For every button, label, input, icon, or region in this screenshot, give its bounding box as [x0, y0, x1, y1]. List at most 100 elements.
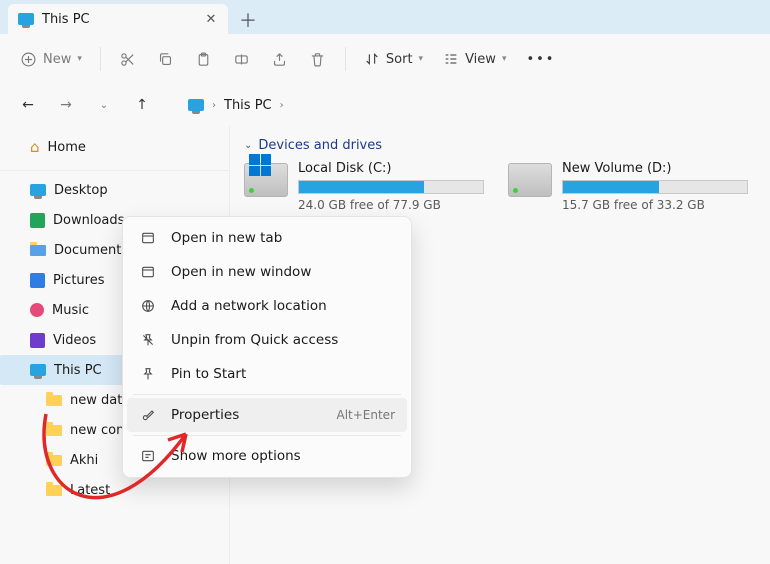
forward-button[interactable]: →	[54, 97, 78, 113]
unpin-icon	[139, 332, 157, 348]
group-header-devices[interactable]: ⌄ Devices and drives	[244, 138, 756, 153]
close-tab-icon[interactable]: ✕	[202, 12, 220, 27]
pictures-icon	[30, 273, 45, 288]
tab-bar: This PC ✕ ＋	[0, 0, 770, 34]
ctx-unpin-quick-access[interactable]: Unpin from Quick access	[127, 323, 407, 357]
more-button[interactable]: •••	[518, 42, 563, 76]
drive-icon	[244, 163, 288, 197]
ctx-label: Properties	[171, 407, 239, 423]
tab-title: This PC	[42, 12, 194, 27]
storage-bar	[298, 180, 484, 194]
back-button[interactable]: ←	[16, 97, 40, 113]
drive-name: Local Disk (C:)	[298, 161, 484, 176]
ctx-open-new-tab[interactable]: Open in new tab	[127, 221, 407, 255]
clipboard-icon	[195, 51, 212, 68]
share-icon	[271, 51, 288, 68]
sidebar-item-label: Akhi	[70, 453, 98, 468]
ctx-label: Show more options	[171, 448, 301, 464]
pin-icon	[139, 366, 157, 382]
new-icon	[20, 51, 37, 68]
up-button[interactable]: ↑	[130, 97, 154, 113]
home-icon: ⌂	[30, 138, 40, 156]
copy-button[interactable]	[149, 42, 183, 76]
ctx-label: Open in new tab	[171, 230, 282, 246]
this-pc-icon	[18, 13, 34, 25]
sidebar-item-label: Desktop	[54, 183, 108, 198]
cut-button[interactable]	[111, 42, 145, 76]
drive-icon	[508, 163, 552, 197]
sidebar-item-label: Downloads	[53, 213, 124, 228]
context-menu: Open in new tab Open in new window Add a…	[122, 216, 412, 478]
sidebar-item-label: Home	[48, 140, 86, 155]
this-pc-icon	[30, 364, 46, 376]
more-options-icon	[139, 448, 157, 464]
new-button[interactable]: New ▾	[12, 42, 90, 76]
tab-this-pc[interactable]: This PC ✕	[8, 4, 228, 34]
sort-icon	[364, 51, 380, 67]
drive-free-text: 24.0 GB free of 77.9 GB	[298, 198, 484, 212]
drive-item-c[interactable]: Local Disk (C:) 24.0 GB free of 77.9 GB	[244, 161, 484, 212]
ctx-label: Add a network location	[171, 298, 327, 314]
toolbar: New ▾ Sort ▾ View ▾ •••	[0, 34, 770, 84]
group-header-label: Devices and drives	[258, 138, 382, 153]
view-button[interactable]: View ▾	[435, 42, 514, 76]
sidebar-item-label: Latest	[70, 483, 110, 498]
scissors-icon	[119, 51, 136, 68]
more-icon: •••	[526, 52, 555, 67]
ctx-label: Open in new window	[171, 264, 311, 280]
address-bar: ← → ⌄ ↑ › This PC ›	[0, 84, 770, 126]
desktop-icon	[30, 184, 46, 196]
trash-icon	[309, 51, 326, 68]
paste-button[interactable]	[187, 42, 221, 76]
folder-icon	[46, 485, 62, 496]
sidebar-item-label: This PC	[54, 363, 102, 378]
this-pc-icon	[188, 99, 204, 111]
delete-button[interactable]	[301, 42, 335, 76]
chevron-down-icon: ⌄	[244, 140, 252, 151]
breadcrumb[interactable]: › This PC ›	[188, 98, 284, 113]
sidebar-item-home[interactable]: ⌂ Home	[0, 132, 229, 162]
documents-icon	[30, 245, 46, 256]
folder-icon	[46, 395, 62, 406]
music-icon	[30, 303, 44, 317]
recent-button[interactable]: ⌄	[92, 100, 116, 111]
share-button[interactable]	[263, 42, 297, 76]
storage-bar	[562, 180, 748, 194]
videos-icon	[30, 333, 45, 348]
ctx-pin-to-start[interactable]: Pin to Start	[127, 357, 407, 391]
copy-icon	[157, 51, 174, 68]
sort-label: Sort	[386, 52, 413, 67]
ctx-shortcut: Alt+Enter	[336, 408, 395, 422]
sort-button[interactable]: Sort ▾	[356, 42, 431, 76]
sidebar-item-desktop[interactable]: Desktop	[0, 175, 229, 205]
network-icon	[139, 298, 157, 314]
breadcrumb-current: This PC	[224, 98, 272, 113]
folder-icon	[46, 425, 62, 436]
sidebar-item-label: Music	[52, 303, 89, 318]
ctx-open-new-window[interactable]: Open in new window	[127, 255, 407, 289]
downloads-icon	[30, 213, 45, 228]
properties-icon	[139, 407, 157, 423]
sidebar-item-folder[interactable]: Latest	[0, 475, 229, 505]
sidebar-item-label: Documents	[54, 243, 128, 258]
new-tab-icon	[139, 230, 157, 246]
rename-icon	[233, 51, 250, 68]
chevron-right-icon: ›	[212, 100, 216, 111]
view-label: View	[465, 52, 496, 67]
rename-button[interactable]	[225, 42, 259, 76]
ctx-show-more-options[interactable]: Show more options	[127, 439, 407, 473]
sidebar-item-label: Videos	[53, 333, 96, 348]
drive-item-d[interactable]: New Volume (D:) 15.7 GB free of 33.2 GB	[508, 161, 748, 212]
view-icon	[443, 51, 459, 67]
new-tab-button[interactable]: ＋	[234, 6, 262, 34]
ctx-properties[interactable]: Properties Alt+Enter	[127, 398, 407, 432]
ctx-label: Pin to Start	[171, 366, 246, 382]
new-label: New	[43, 52, 71, 67]
folder-icon	[46, 455, 62, 466]
chevron-right-icon: ›	[280, 100, 284, 111]
drive-name: New Volume (D:)	[562, 161, 748, 176]
new-window-icon	[139, 264, 157, 280]
ctx-label: Unpin from Quick access	[171, 332, 338, 348]
ctx-add-network-location[interactable]: Add a network location	[127, 289, 407, 323]
sidebar-item-label: Pictures	[53, 273, 104, 288]
